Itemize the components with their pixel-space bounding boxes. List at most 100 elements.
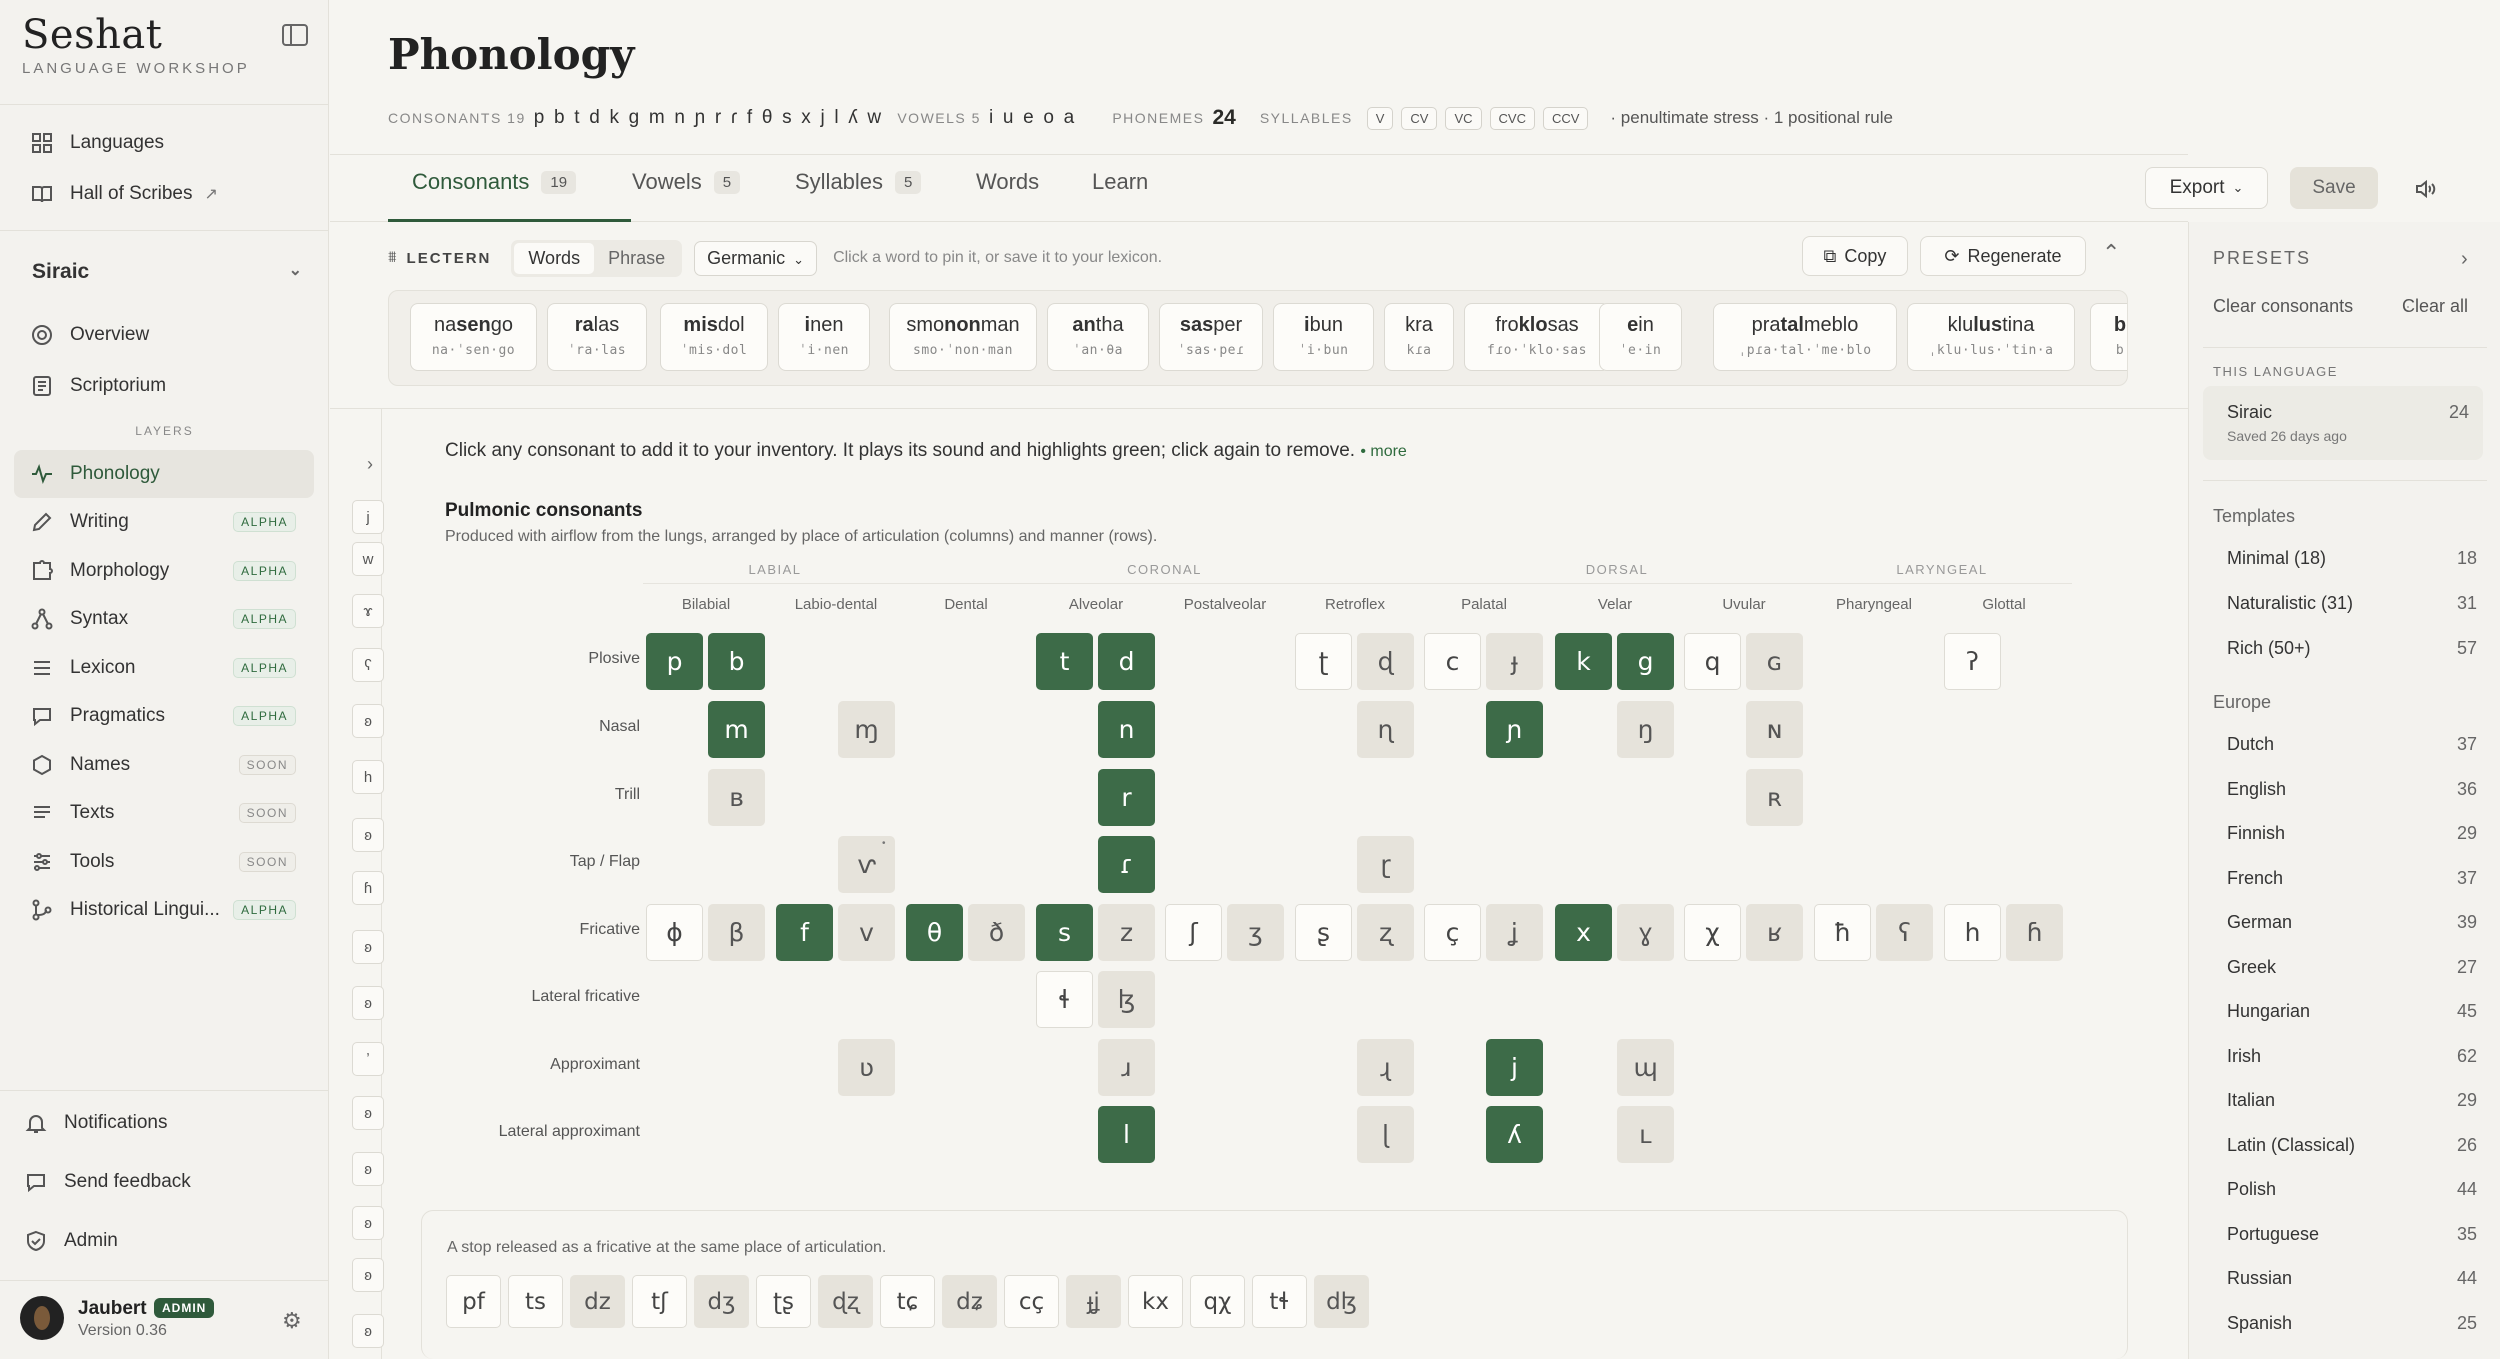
consonant-cell[interactable]: ç [1424,904,1481,961]
consonant-cell[interactable]: ɾ [1098,836,1155,893]
affricate-cell[interactable]: qχ [1190,1275,1245,1328]
nav-texts[interactable]: Texts SOON [14,789,314,837]
strip-symbol[interactable]: ʚ [352,1206,384,1240]
strip-symbol[interactable]: j [352,500,384,534]
consonant-cell[interactable]: ħ [1814,904,1871,961]
affricate-cell[interactable]: ʈʂ [756,1275,811,1328]
strip-symbol[interactable]: h [352,760,384,794]
consonant-cell[interactable]: r [1098,769,1155,826]
word-card[interactable]: ibun ˈi·bun [1273,303,1374,371]
consonant-cell[interactable]: c [1424,633,1481,690]
word-card[interactable]: ralas ˈra·las [547,303,647,371]
nav-pragmatics[interactable]: Pragmatics ALPHA [14,692,314,740]
affricate-cell[interactable]: pf [446,1275,501,1328]
consonant-cell[interactable]: ʕ [1876,904,1933,961]
strip-symbol[interactable]: ʚ [352,704,384,738]
template-preset[interactable]: Rich (50+) 57 [2227,638,2477,659]
affricate-cell[interactable]: ts [508,1275,563,1328]
template-preset[interactable]: Naturalistic (31) 31 [2227,593,2477,614]
consonant-cell[interactable]: ʈ [1295,633,1352,690]
consonant-cell[interactable]: d [1098,633,1155,690]
nav-notifications[interactable]: Notifications [8,1099,308,1147]
strip-symbol[interactable]: ʚ [352,818,384,852]
nav-tools[interactable]: Tools SOON [14,838,314,886]
consonant-cell[interactable]: χ [1684,904,1741,961]
chevron-right-icon[interactable]: › [367,454,373,475]
clear-all-button[interactable]: Clear all [2402,296,2468,317]
regenerate-button[interactable]: ⟳ Regenerate [1920,236,2086,276]
affricate-cell[interactable]: dz [570,1275,625,1328]
affricate-cell[interactable]: dɮ [1314,1275,1369,1328]
strip-symbol[interactable]: ʕ [352,648,384,682]
consonant-cell[interactable]: b [708,633,765,690]
consonant-cell[interactable]: x [1555,904,1612,961]
consonant-cell[interactable]: ʎ [1486,1106,1543,1163]
consonant-cell[interactable]: ɰ [1617,1039,1674,1096]
tab-vowels[interactable]: Vowels 5 [632,169,741,195]
copy-button[interactable]: ⧉ Copy [1802,236,1908,276]
affricate-cell[interactable]: dʑ [942,1275,997,1328]
consonant-cell[interactable]: s [1036,904,1093,961]
language-preset[interactable]: French 37 [2227,868,2477,889]
consonant-cell[interactable]: ʀ [1746,769,1803,826]
speaker-icon[interactable] [2413,177,2437,206]
word-card[interactable]: kra kɾa [1384,303,1454,371]
consonant-cell[interactable]: ɸ [646,904,703,961]
nav-writing[interactable]: Writing ALPHA [14,498,314,546]
language-preset[interactable]: Greek 27 [2227,957,2477,978]
consonant-cell[interactable]: ʙ [708,769,765,826]
consonant-cell[interactable]: ɴ [1746,701,1803,758]
word-card[interactable]: bb [2090,303,2127,371]
word-card[interactable]: klulustina ˌklu·lus·ˈtin·a [1907,303,2075,371]
consonant-cell[interactable]: ɲ [1486,701,1543,758]
consonant-cell[interactable]: ʝ [1486,904,1543,961]
language-preset[interactable]: Irish 62 [2227,1046,2477,1067]
word-card[interactable]: antha ˈan·θa [1047,303,1149,371]
word-card[interactable]: nasengo na·ˈsen·go [410,303,537,371]
nav-lexicon[interactable]: Lexicon ALPHA [14,644,314,692]
consonant-cell[interactable]: β [708,904,765,961]
consonant-cell[interactable]: z [1098,904,1155,961]
chevron-right-icon[interactable]: › [2461,248,2468,271]
consonant-cell[interactable]: l [1098,1106,1155,1163]
nav-morphology[interactable]: Morphology ALPHA [14,547,314,595]
affricate-cell[interactable]: cç [1004,1275,1059,1328]
affricate-cell[interactable]: tɕ [880,1275,935,1328]
consonant-cell[interactable]: ɱ [838,701,895,758]
language-preset[interactable]: Finnish 29 [2227,823,2477,844]
language-preset[interactable]: Hungarian 45 [2227,1001,2477,1022]
language-preset[interactable]: Latin (Classical) 26 [2227,1135,2477,1156]
consonant-cell[interactable]: ɽ [1357,836,1414,893]
consonant-cell[interactable]: ⱱ [838,836,895,893]
tab-words[interactable]: Words [976,169,1039,195]
affricate-cell[interactable]: tɬ [1252,1275,1307,1328]
word-card[interactable]: ein ˈe·in [1599,303,1682,371]
nav-phonology[interactable]: Phonology [14,450,314,498]
language-preset[interactable]: Spanish 25 [2227,1313,2477,1334]
consonant-cell[interactable]: ɬ [1036,971,1093,1028]
strip-symbol[interactable]: ʚ [352,986,384,1020]
clear-consonants-button[interactable]: Clear consonants [2213,296,2353,317]
nav-hall-of-scribes[interactable]: Hall of Scribes ↗ [14,170,314,218]
word-card[interactable]: pratalmeblo ˌpɾa·tal·ˈme·blo [1713,303,1897,371]
language-preset[interactable]: Dutch 37 [2227,734,2477,755]
consonant-cell[interactable]: ɮ [1098,971,1155,1028]
consonant-cell[interactable]: ɣ [1617,904,1674,961]
consonant-cell[interactable]: p [646,633,703,690]
tab-consonants[interactable]: Consonants 19 [412,169,577,195]
affricate-cell[interactable]: dʒ [694,1275,749,1328]
chevron-up-icon[interactable]: ⌃ [2102,240,2120,266]
strip-symbol[interactable]: ʚ [352,1314,384,1348]
tab-syllables[interactable]: Syllables 5 [795,169,922,195]
word-card[interactable]: misdol ˈmis·dol [660,303,768,371]
consonant-cell[interactable]: m [708,701,765,758]
gear-icon[interactable]: ⚙ [282,1308,302,1334]
strip-symbol[interactable]: ʚ [352,1258,384,1292]
nav-overview[interactable]: Overview [14,311,314,359]
consonant-cell[interactable]: ʐ [1357,904,1414,961]
this-language-preset[interactable]: Siraic Saved 26 days ago 24 [2203,386,2483,460]
consonant-cell[interactable]: ð [968,904,1025,961]
language-preset[interactable]: Russian 44 [2227,1268,2477,1289]
nav-languages[interactable]: Languages [14,119,314,167]
strip-symbol[interactable]: ʚ [352,930,384,964]
